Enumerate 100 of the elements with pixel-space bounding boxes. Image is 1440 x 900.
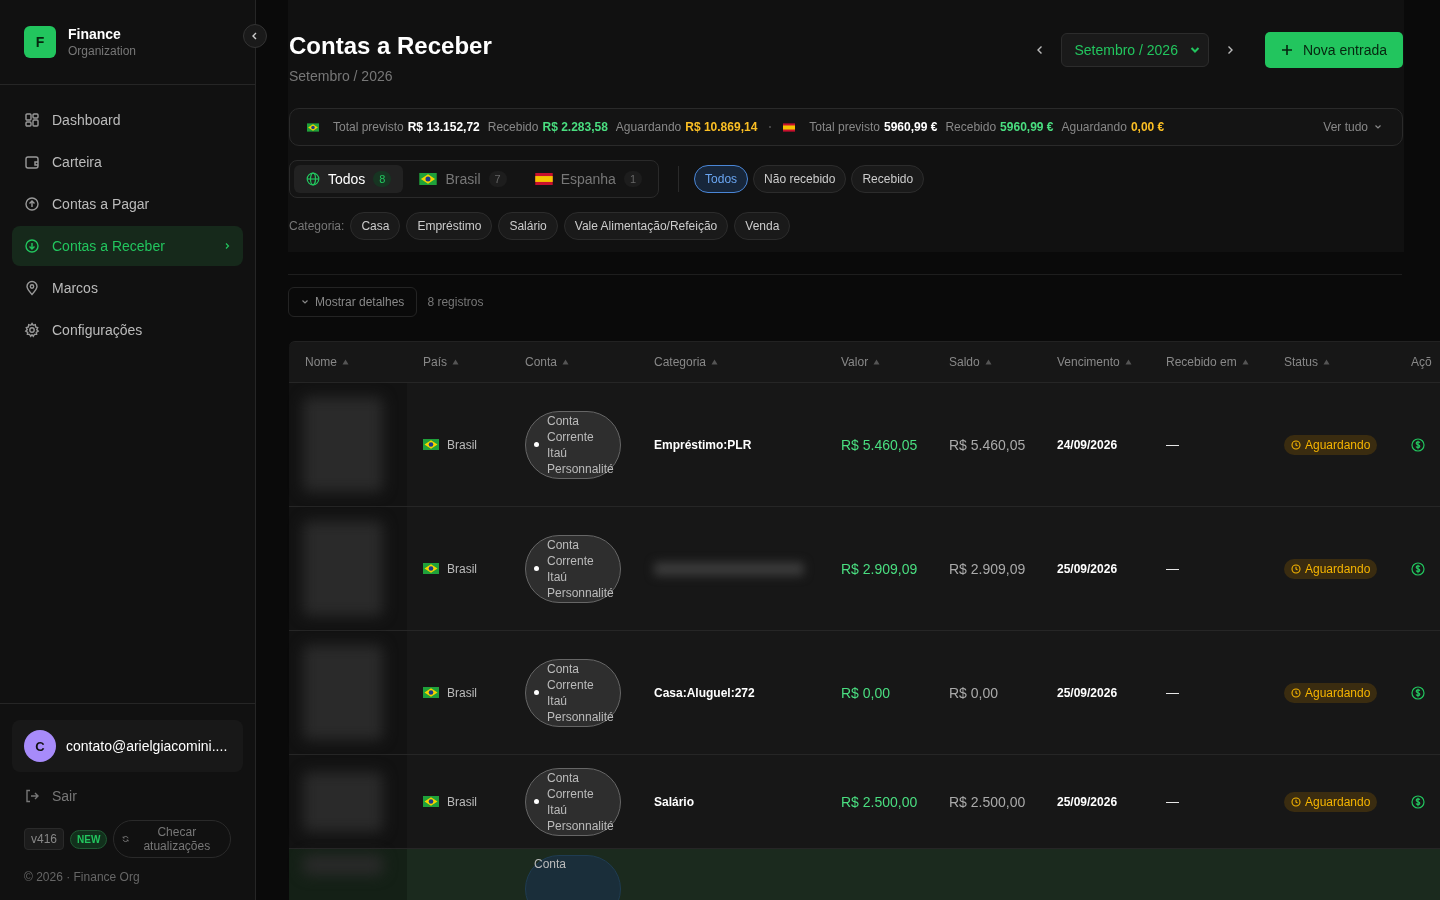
- month-select[interactable]: Setembro / 2026: [1061, 33, 1209, 67]
- show-details-button[interactable]: Mostrar detalhes: [288, 287, 418, 317]
- user-email: contato@arielgiacomini....: [66, 738, 228, 754]
- new-entry-button[interactable]: Nova entrada: [1264, 32, 1403, 68]
- chevron-down-icon: [1374, 123, 1382, 131]
- nav-item[interactable]: Configurações: [12, 310, 243, 350]
- category-text: Casa:Aluguel:272: [654, 685, 755, 700]
- status-badge: Aguardando: [1284, 434, 1378, 455]
- category-chip[interactable]: Casa: [350, 212, 401, 240]
- category-chip[interactable]: Vale Alimentação/Refeição: [563, 212, 729, 240]
- nav-item[interactable]: Marcos: [12, 268, 243, 308]
- category-chip[interactable]: Salário: [498, 212, 558, 240]
- balance-text: R$ 5.460,05: [949, 436, 1026, 453]
- summary-label: Recebido: [487, 120, 539, 134]
- account-tag: Conta Corrente Itaú Personnalité: [525, 410, 621, 479]
- sort-icon: [1323, 359, 1331, 365]
- see-all-link[interactable]: Ver tudo: [1323, 120, 1382, 134]
- copyright-text: © 2026 · Finance Org: [23, 870, 141, 884]
- status-badge: Aguardando: [1284, 558, 1378, 579]
- receive-payment-icon[interactable]: [1411, 794, 1425, 809]
- column-header[interactable]: Saldo: [933, 355, 1041, 369]
- column-header[interactable]: Categoria: [638, 355, 825, 369]
- account-tag: Conta Corrente Itaú Personnalité: [525, 767, 621, 836]
- flag-icon: [423, 687, 439, 698]
- nav-item[interactable]: Carteira: [12, 142, 243, 182]
- grid-icon: [24, 112, 40, 128]
- nav-item[interactable]: Contas a Pagar: [12, 184, 243, 224]
- table-row[interactable]: Brasil Conta Corrente Itaú Personnalité Salário R$ 2.500,00 R$ 2.500,00 25/09/2026 — Aguardando: [289, 755, 1440, 849]
- account-tag: Conta Corrente Itaú Personnalité: [525, 658, 621, 727]
- column-header[interactable]: Recebido em: [1150, 355, 1268, 369]
- received-date: —: [1166, 561, 1179, 576]
- country-tab[interactable]: Brasil 7: [407, 165, 519, 193]
- logout-button[interactable]: Sair: [12, 784, 243, 808]
- country-tab[interactable]: Espanha 1: [522, 165, 655, 193]
- logout-icon: [24, 788, 40, 804]
- org-subtitle: Organization: [68, 44, 137, 58]
- flag-icon: [423, 796, 439, 807]
- status-badge: Aguardando: [1284, 791, 1378, 812]
- due-date: 25/09/2026: [1057, 794, 1118, 809]
- sort-icon: [873, 359, 881, 365]
- table-row[interactable]: Brasil Conta Corrente Itaú Personnalité R$ 2.909,09 R$ 2.909,09 25/09/2026 — Aguardando: [289, 507, 1440, 631]
- sort-icon: [1124, 359, 1132, 365]
- records-count: 8 registros: [427, 295, 484, 309]
- receive-payment-icon[interactable]: [1411, 561, 1425, 576]
- due-date: 24/09/2026: [1057, 437, 1118, 452]
- logo-badge: F: [24, 26, 56, 58]
- summary-value: 5960,99 €: [884, 120, 938, 134]
- category-label: Categoria:: [289, 219, 345, 233]
- category-chip[interactable]: Venda: [734, 212, 791, 240]
- settings-icon: [24, 322, 40, 338]
- category-text: Empréstimo:PLR: [654, 437, 752, 452]
- column-header[interactable]: Nome: [289, 355, 407, 369]
- version-badge: v416: [24, 828, 65, 850]
- globe-icon: [306, 172, 320, 186]
- value-text: R$ 2.909,09: [841, 560, 918, 577]
- country-text: Brasil: [447, 561, 477, 576]
- receive-payment-icon[interactable]: [1411, 437, 1425, 452]
- summary-label: Total previsto: [809, 120, 880, 134]
- plus-icon: [1280, 44, 1293, 56]
- new-badge: NEW: [70, 829, 108, 849]
- column-header[interactable]: Vencimento: [1041, 355, 1150, 369]
- country-text: Brasil: [447, 437, 477, 452]
- country-tab[interactable]: Todos 8: [294, 165, 404, 193]
- flag-icon: [783, 122, 796, 132]
- category-text: Salário: [654, 794, 695, 809]
- table-row[interactable]: Conta: [289, 849, 1440, 900]
- column-header[interactable]: Status: [1268, 355, 1395, 369]
- column-header[interactable]: Açõ: [1395, 355, 1440, 369]
- arrow-down-circle-icon: [24, 238, 40, 254]
- balance-text: R$ 2.909,09: [949, 560, 1026, 577]
- table-row[interactable]: Brasil Conta Corrente Itaú Personnalité Casa:Aluguel:272 R$ 0,00 R$ 0,00 25/09/2026 — Aguardando: [289, 631, 1440, 755]
- due-date: 25/09/2026: [1057, 561, 1118, 576]
- user-card[interactable]: C contato@arielgiacomini....: [12, 720, 243, 772]
- arrow-up-circle-icon: [24, 196, 40, 212]
- collapse-button[interactable]: [243, 24, 267, 48]
- sort-icon: [452, 359, 459, 365]
- flag-icon: [307, 122, 319, 132]
- category-chip[interactable]: Empréstimo: [406, 212, 493, 240]
- status-filter-chip[interactable]: Todos: [694, 165, 749, 193]
- user-avatar: C: [24, 730, 56, 762]
- value-text: R$ 2.500,00: [841, 793, 918, 810]
- country-text: Brasil: [447, 794, 477, 809]
- column-header[interactable]: País: [407, 355, 509, 369]
- table-row[interactable]: Brasil Conta Corrente Itaú Personnalité Empréstimo:PLR R$ 5.460,05 R$ 5.460,05 24/09/2026 — Aguardando: [289, 383, 1440, 507]
- flag-icon: [423, 563, 439, 574]
- flag-icon: [534, 173, 553, 185]
- balance-text: R$ 2.500,00: [949, 793, 1026, 810]
- receive-payment-icon[interactable]: [1411, 685, 1425, 700]
- summary-value: R$ 13.152,72: [407, 120, 480, 134]
- status-filter-chip[interactable]: Recebido: [851, 165, 925, 193]
- balance-text: R$ 0,00: [949, 684, 999, 701]
- column-header[interactable]: Conta: [509, 355, 638, 369]
- column-header[interactable]: Valor: [825, 355, 933, 369]
- value-text: R$ 5.460,05: [841, 436, 918, 453]
- status-filter-chip[interactable]: Não recebido: [753, 165, 847, 193]
- sort-icon: [1241, 359, 1249, 365]
- nav-item[interactable]: Dashboard: [12, 100, 243, 140]
- nav-item[interactable]: Contas a Receber: [12, 226, 243, 266]
- summary-label: Aguardando: [615, 120, 682, 134]
- summary-label: Total previsto: [333, 120, 404, 134]
